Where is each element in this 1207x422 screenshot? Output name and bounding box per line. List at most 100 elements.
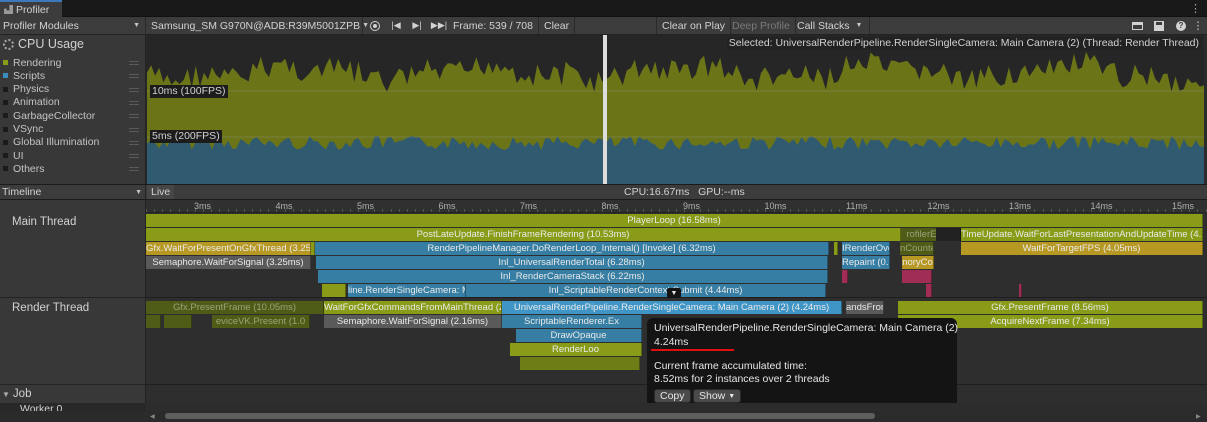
timeline-sample[interactable]: TimeUpdate.WaitForLastPresentationAndUpd… [961,228,1203,241]
timeline-sample[interactable] [164,315,192,328]
scroll-left-icon[interactable]: ◀ [150,413,155,420]
drag-handle-icon[interactable] [129,74,139,79]
timeline-sample[interactable] [520,357,640,370]
legend-item[interactable]: Global Illumination [3,136,143,149]
help-button[interactable]: ? [1173,17,1189,34]
ruler-tick [1115,209,1117,212]
live-button[interactable]: Live [147,185,175,199]
clear-button[interactable]: Clear [538,17,576,34]
render-thread-label[interactable]: Render Thread [12,302,89,314]
ruler-tick [512,209,514,212]
ruler-tick [504,209,506,212]
timeline-sample[interactable]: DrawOpaque [516,329,642,342]
timeline-sample[interactable]: WaitForGfxCommandsFromMainThread (2.17 [324,301,502,314]
frame-selection-cursor[interactable] [603,35,607,184]
call-stacks-dropdown[interactable]: Call Stacks ▼ [792,17,870,34]
scroll-right-icon[interactable]: ▶ [1196,413,1201,420]
legend-item[interactable]: Physics [3,83,143,96]
job-group-foldout[interactable]: ▼ Job [2,388,31,400]
toolbar-menu-button[interactable]: ⋮ [1192,17,1204,34]
drag-handle-icon[interactable] [129,61,139,65]
ruler-tick [251,209,253,212]
timeline-sample[interactable]: Gfx.PresentFrame (10.05ms) [146,301,324,314]
ruler-tick [944,209,946,212]
timeline-sample[interactable]: noryCo [902,256,934,269]
profiler-window-tab[interactable]: Profiler [0,0,62,17]
time-ruler[interactable]: 3ms 4ms 5ms 6ms 7ms 8ms 9ms 10ms 11ms 12ms 13ms 14m… [146,200,1207,213]
timeline-sample[interactable]: line.RenderSingleCamera: Ma [348,284,466,297]
clear-on-play-toggle[interactable]: Clear on Play [656,17,732,34]
timeline-sample[interactable]: RenderPipelineManager.DoRenderLoop_Inter… [315,242,829,255]
kebab-menu-icon[interactable]: ⋮ [1190,2,1201,15]
legend-item[interactable]: Rendering [3,56,143,69]
ruler-tick [219,209,221,212]
next-frame-button[interactable]: ▶| [409,17,425,34]
ruler-tick [235,209,237,212]
cpu-usage-chart[interactable]: 10ms (100FPS) 5ms (200FPS) Selected: Uni… [147,35,1204,184]
timeline-sample[interactable]: andsFrom [846,301,884,314]
legend-item[interactable]: Scripts [3,69,143,82]
timeline-sample[interactable]: nCounte [900,242,934,255]
timeline-sample[interactable] [146,315,161,328]
ruler-tick [414,209,416,212]
timeline-sample[interactable]: WaitForTargetFPS (4.05ms) [961,242,1203,255]
save-button[interactable] [1151,17,1167,34]
tooltip-anchor[interactable]: ▼ [667,288,681,298]
timeline-sample[interactable]: Gfx.WaitForPresentOnGfxThread (3.25ms) [146,242,311,255]
legend-item[interactable]: Others [3,162,143,175]
ruler-tick [618,209,620,212]
scrollbar-thumb[interactable] [165,413,875,419]
ruler-tick [349,209,351,212]
drag-handle-icon[interactable] [129,167,139,172]
cpu-usage-graph[interactable] [147,35,1204,184]
timeline-sample[interactable] [902,270,932,283]
timeline-sample[interactable]: RenderLoo [510,343,642,356]
current-frame-button[interactable]: ▶▶| [430,17,448,34]
timeline-sample[interactable] [322,284,346,297]
show-dropdown[interactable]: Show ▼ [693,389,742,403]
main-thread-label[interactable]: Main Thread [12,216,76,228]
target-device-dropdown[interactable]: Samsung_SM G970N@ADB:R39M5001ZPB ▼ [146,17,369,34]
deep-profile-toggle[interactable]: Deep Profile [727,17,796,34]
timeline-sample[interactable]: PlayerLoop (16.58ms) [146,214,1203,227]
cpu-usage-title[interactable]: CPU Usage [3,37,84,51]
drag-handle-icon[interactable] [129,140,139,145]
load-button[interactable] [1129,17,1145,34]
bottom-scrollbar[interactable]: ◀ ▶ [0,411,1207,422]
timeline-sample[interactable] [842,270,848,283]
drag-handle-icon[interactable] [129,154,139,159]
ruler-tick [1099,209,1101,212]
timeline-sample[interactable]: Inl_ScriptableRenderContext.Submit (4.44… [466,284,826,297]
legend-item[interactable]: VSync [3,123,143,136]
drag-handle-icon[interactable] [129,100,139,105]
ruler-tick [993,209,995,212]
ruler-tick [447,209,449,212]
timeline-sample[interactable]: Gfx.PresentFrame (8.56ms) [898,301,1203,314]
timeline-sample[interactable]: PostLateUpdate.FinishFrameRendering (10.… [146,228,901,241]
drag-handle-icon[interactable] [129,114,139,119]
timeline-hscroll-track[interactable] [146,403,1207,411]
drag-handle-icon[interactable] [129,87,139,92]
profiler-modules-dropdown[interactable]: Profiler Modules ▼ [0,17,146,34]
legend-item[interactable]: Animation [3,96,143,109]
timeline-sample[interactable]: Inl_UniversalRenderTotal (6.28ms) [316,256,828,269]
timeline-sample[interactable]: Semaphore.WaitForSignal (2.16ms) [324,315,502,328]
drag-handle-icon[interactable] [129,127,139,132]
timeline-sample[interactable]: Inl_RenderCameraStack (6.22ms) [318,270,828,283]
view-mode-dropdown[interactable]: Timeline ▼ [0,185,146,199]
timeline-sample[interactable]: Repaint (0.5 [842,256,890,269]
timeline-sample[interactable]: ScriptableRenderer.Ex [502,315,642,328]
timeline-sample[interactable] [926,284,932,297]
timeline-sample[interactable] [1019,284,1022,297]
record-button[interactable] [366,17,384,34]
timeline-sample[interactable] [834,242,838,255]
timeline-sample[interactable]: eviceVK.Present (1.0 [212,315,310,328]
ruler-tick [480,209,482,212]
timeline-sample-selected[interactable]: UniversalRenderPipeline.RenderSingleCame… [502,301,842,314]
previous-frame-button[interactable]: |◀ [388,17,404,34]
timeline-sample[interactable]: Semaphore.WaitForSignal (3.25ms) [146,256,311,269]
copy-button[interactable]: Copy [654,389,691,403]
legend-item[interactable]: GarbageCollector [3,109,143,122]
timeline-sample[interactable]: IRenderOve [842,242,890,255]
legend-item[interactable]: UI [3,149,143,162]
